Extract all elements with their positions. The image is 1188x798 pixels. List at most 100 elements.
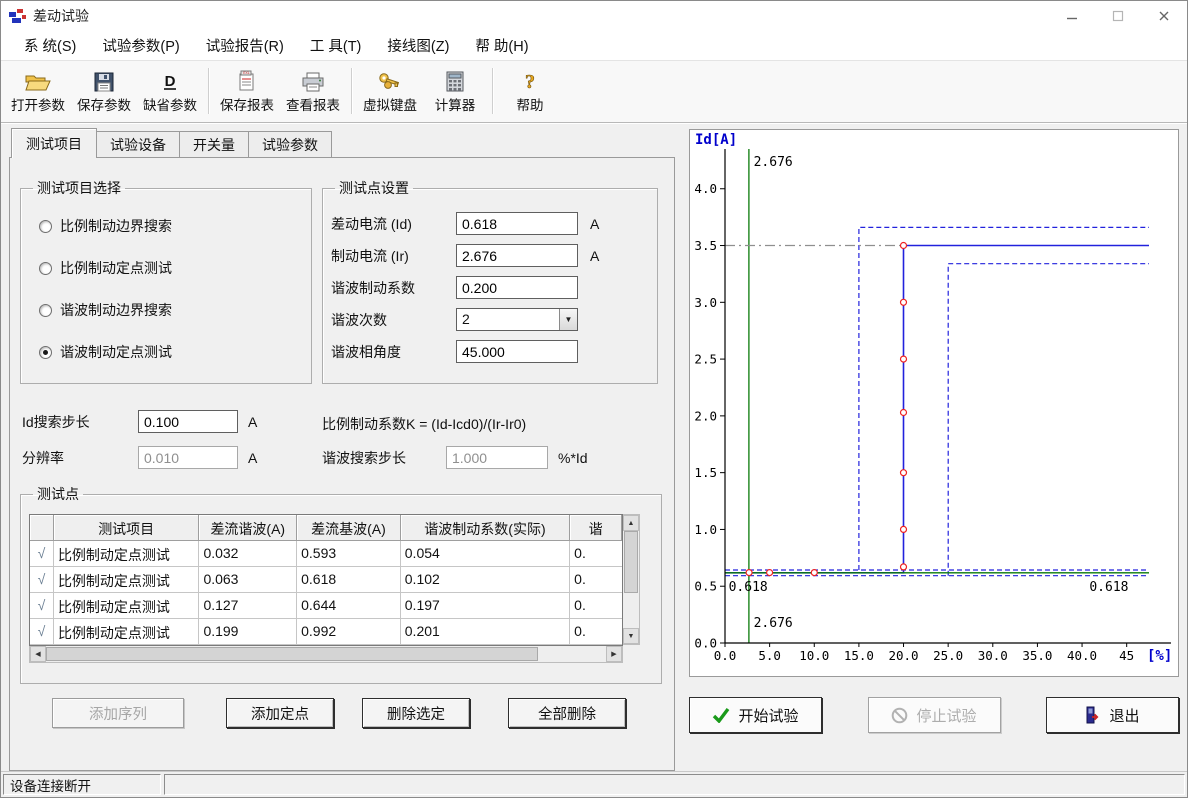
virtual-keyboard-icon: [378, 68, 402, 92]
field-row: 谐波相角度: [331, 340, 649, 363]
cell-fundamental: 0.992: [297, 619, 401, 645]
start-test-button[interactable]: 开始试验: [689, 697, 822, 733]
help-button[interactable]: ? 帮助: [498, 66, 562, 116]
scroll-left-icon[interactable]: ◀: [30, 646, 46, 662]
resolution-row: 分辨率 A: [22, 446, 257, 469]
tab-test-items[interactable]: 测试项目: [11, 128, 97, 158]
cell-extra: 0.: [570, 541, 622, 567]
cell-fundamental: 0.618: [297, 567, 401, 593]
chart-svg: 0.05.010.015.020.025.030.035.040.0450.00…: [691, 131, 1177, 675]
toolbar-separator: [208, 68, 209, 114]
row-checkbox[interactable]: √: [30, 567, 54, 593]
menu-wiring-diagram[interactable]: 接线图(Z): [374, 31, 462, 60]
row-checkbox[interactable]: √: [30, 593, 54, 619]
menu-test-report[interactable]: 试验报告(R): [193, 31, 297, 60]
scroll-thumb[interactable]: [46, 647, 538, 661]
calculator-button[interactable]: 计算器: [423, 66, 487, 116]
radio-label: 谐波制动边界搜索: [60, 300, 172, 320]
group-title: 测试点: [33, 484, 83, 504]
svg-text:5.0: 5.0: [758, 648, 781, 663]
field-label: 制动电流 (Ir): [331, 246, 456, 266]
table-horizontal-scrollbar[interactable]: ◀ ▶: [29, 646, 623, 663]
scroll-up-icon[interactable]: ▲: [623, 515, 639, 531]
default-params-button[interactable]: D 缺省参数: [137, 66, 203, 116]
row-checkbox[interactable]: √: [30, 541, 54, 567]
field-label: 差动电流 (Id): [331, 214, 456, 234]
menu-test-params[interactable]: 试验参数(P): [89, 31, 192, 60]
button-label: 开始试验: [738, 705, 798, 726]
table-row[interactable]: √ 比例制动定点测试 0.063 0.618 0.102 0.: [30, 567, 622, 593]
table-row[interactable]: √ 比例制动定点测试 0.199 0.992 0.201 0.: [30, 619, 622, 645]
chevron-down-icon[interactable]: ▼: [559, 309, 577, 330]
minimize-button[interactable]: [1049, 1, 1095, 31]
test-points-group: 测试点 测试项目 差流谐波(A) 差流基波(A) 谐波制动系数(实际) 谐: [20, 484, 662, 684]
radio-ratio-boundary-search[interactable]: 比例制动边界搜索: [39, 216, 303, 236]
table-vertical-scrollbar[interactable]: ▲ ▼: [623, 514, 640, 645]
scroll-thumb[interactable]: [624, 531, 638, 593]
cell-extra: 0.: [570, 593, 622, 619]
virtual-keyboard-button[interactable]: 虚拟键盘: [357, 66, 423, 116]
harmonic-phase-angle-input[interactable]: [456, 340, 578, 363]
cell-fundamental: 0.593: [297, 541, 401, 567]
scroll-track[interactable]: [623, 531, 639, 628]
header-cell: 差流基波(A): [297, 515, 401, 541]
id-search-step-input[interactable]: [138, 410, 238, 433]
table-row[interactable]: √ 比例制动定点测试 0.127 0.644 0.197 0.: [30, 593, 622, 619]
cell-fundamental: 0.644: [297, 593, 401, 619]
table-header-row: 测试项目 差流谐波(A) 差流基波(A) 谐波制动系数(实际) 谐: [30, 515, 622, 541]
left-column: 测试项目 试验设备 开关量 试验参数 测试项目选择 比例制动边界搜索: [9, 129, 675, 771]
add-fixed-point-button[interactable]: 添加定点: [226, 698, 334, 728]
field-label: 谐波相角度: [331, 342, 456, 362]
maximize-button[interactable]: [1095, 1, 1141, 31]
radio-ratio-fixed-point-test[interactable]: 比例制动定点测试: [39, 258, 303, 278]
cell-coefficient: 0.197: [401, 593, 570, 619]
table-row[interactable]: √ 比例制动定点测试 0.032 0.593 0.054 0.: [30, 541, 622, 567]
radio-icon: [39, 304, 52, 317]
save-report-button[interactable]: EXL 保存报表: [214, 66, 280, 116]
toolbar-label: 帮助: [517, 94, 544, 114]
scroll-down-icon[interactable]: ▼: [623, 628, 639, 644]
radio-harmonic-fixed-point-test[interactable]: 谐波制动定点测试: [39, 342, 303, 362]
harmonic-restraint-coeff-input[interactable]: [456, 276, 578, 299]
menu-system[interactable]: 系 统(S): [11, 31, 89, 60]
scroll-track[interactable]: [46, 646, 606, 662]
svg-text:2.676: 2.676: [754, 155, 793, 170]
app-window: 差动试验 系 统(S) 试验参数(P) 试验报告(R) 工 具(T) 接线图(Z…: [0, 0, 1188, 798]
svg-text:?: ?: [525, 71, 535, 92]
save-params-button[interactable]: 保存参数: [71, 66, 137, 116]
group-title: 测试点设置: [335, 178, 413, 198]
row-checkbox[interactable]: √: [30, 619, 54, 645]
restraint-current-input[interactable]: [456, 244, 578, 267]
calculator-icon: [446, 68, 464, 92]
field-unit: A: [248, 450, 257, 466]
menu-tools[interactable]: 工 具(T): [297, 31, 375, 60]
header-cell: 谐波制动系数(实际): [401, 515, 570, 541]
check-icon: [712, 707, 730, 723]
svg-text:30.0: 30.0: [978, 648, 1008, 663]
radio-label: 比例制动边界搜索: [60, 216, 172, 236]
resolution-input: [138, 446, 238, 469]
harmonic-order-select[interactable]: 2 ▼: [456, 308, 578, 331]
delete-all-button[interactable]: 全部删除: [508, 698, 626, 728]
view-report-button[interactable]: 查看报表: [280, 66, 346, 116]
svg-text:1.5: 1.5: [694, 465, 717, 480]
differential-current-input[interactable]: [456, 212, 578, 235]
radio-harmonic-boundary-search[interactable]: 谐波制动边界搜索: [39, 300, 303, 320]
toolbar-label: 保存参数: [77, 94, 131, 114]
menu-help[interactable]: 帮 助(H): [462, 31, 541, 60]
tab-test-params[interactable]: 试验参数: [248, 131, 332, 157]
exit-button[interactable]: 退出: [1046, 697, 1179, 733]
svg-text:3.0: 3.0: [694, 295, 717, 310]
close-button[interactable]: [1141, 1, 1187, 31]
svg-text:0.0: 0.0: [694, 636, 717, 651]
svg-text:15.0: 15.0: [844, 648, 874, 663]
selected-value: 2: [457, 309, 559, 330]
delete-selected-button[interactable]: 删除选定: [362, 698, 470, 728]
tab-switch-quantity[interactable]: 开关量: [179, 131, 249, 157]
cell-harmonic: 0.032: [199, 541, 297, 567]
open-params-button[interactable]: 打开参数: [5, 66, 71, 116]
scroll-right-icon[interactable]: ▶: [606, 646, 622, 662]
tab-test-equipment[interactable]: 试验设备: [96, 131, 180, 157]
button-label: 停止试验: [916, 705, 976, 726]
svg-text:45: 45: [1119, 648, 1134, 663]
